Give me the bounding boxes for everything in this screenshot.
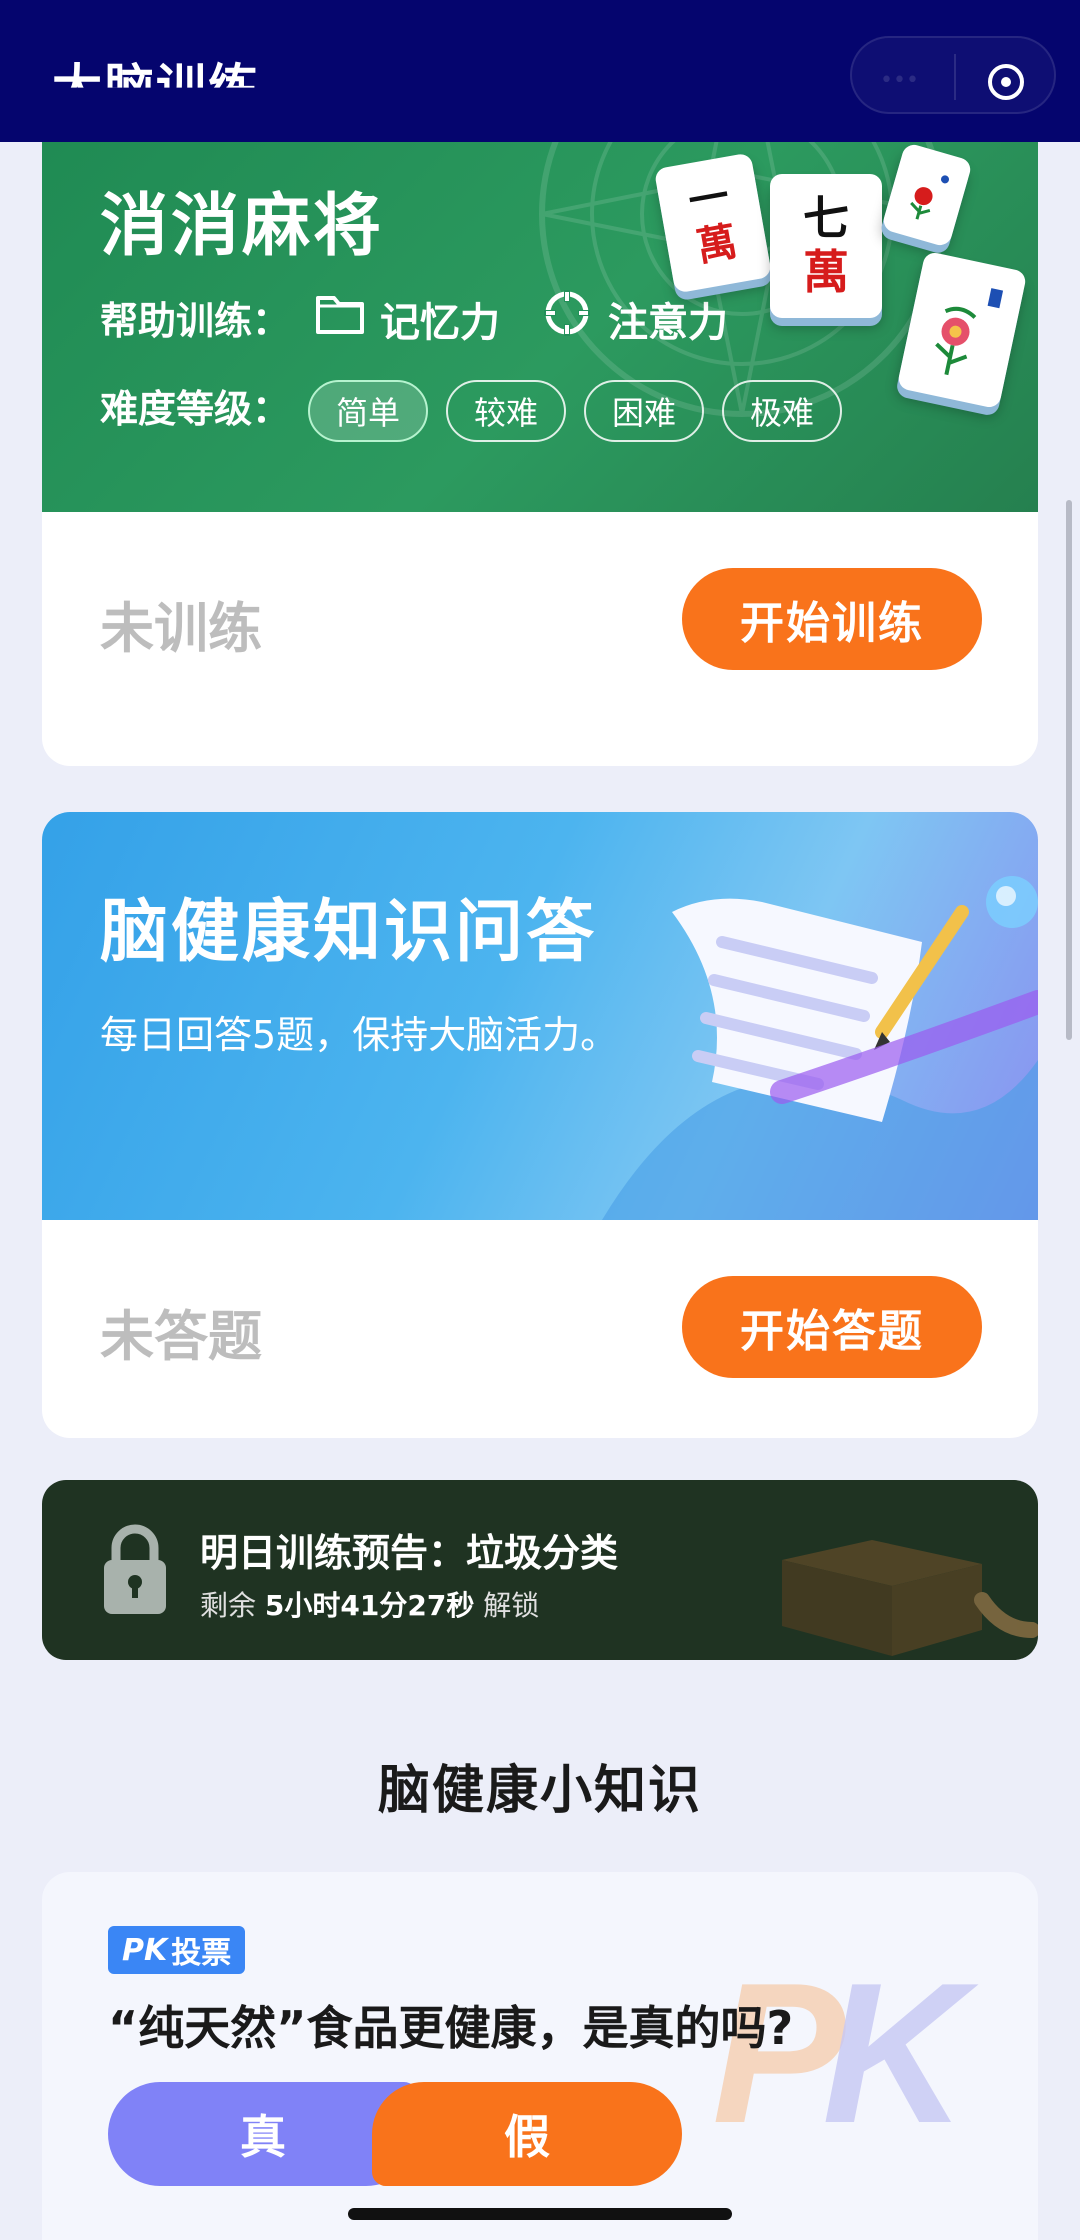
flower-tile-icon: [910, 175, 950, 220]
vote-false-button[interactable]: 假: [372, 2082, 682, 2186]
capsule-divider: [954, 54, 956, 100]
help-training-label: 帮助训练：: [100, 299, 291, 343]
cardboard-box-icon: [782, 1540, 1038, 1656]
more-options-icon[interactable]: •••: [880, 68, 919, 93]
scrollbar[interactable]: [1066, 500, 1072, 1040]
tomorrow-preview-card: 明日训练预告：垃圾分类 剩余 5小时41分27秒 解锁: [42, 1480, 1038, 1660]
target-attention-icon: [544, 290, 590, 336]
quiz-banner: 脑健康知识问答 每日回答5题，保持大脑活力。: [42, 812, 1038, 1220]
difficulty-extreme[interactable]: 极难: [722, 380, 842, 442]
quiz-footer: 未答题 开始答题: [42, 1220, 1038, 1438]
pk-question: “纯天然”食品更健康，是真的吗?: [108, 2001, 794, 2055]
knowledge-section-title: 脑健康小知识: [377, 1761, 702, 1821]
skill-memory: 记忆力: [380, 300, 500, 346]
quiz-title: 脑健康知识问答: [100, 893, 598, 972]
quiz-status: 未答题: [100, 1305, 262, 1368]
mahjong-footer: 未训练 开始训练: [42, 512, 1038, 766]
svg-text:K: K: [822, 1942, 979, 2152]
lock-icon: [104, 1524, 166, 1614]
mahjong-tile-2: 七 萬: [770, 174, 882, 318]
start-training-button[interactable]: 开始训练: [682, 568, 982, 670]
difficulty-medium[interactable]: 较难: [446, 380, 566, 442]
plum-flower-icon: [935, 288, 1004, 376]
quiz-card: 脑健康知识问答 每日回答5题，保持大脑活力。 未答题 开始答题: [42, 812, 1038, 1438]
unlock-countdown: 剩余 5小时41分27秒 解锁: [200, 1589, 540, 1622]
mahjong-banner: 消消麻将 帮助训练： 记忆力 注意力 难度等级： 简单 较难 困难 极难 一 萬: [42, 104, 1038, 512]
pk-vote-badge: PK 投票: [108, 1926, 246, 1974]
folder-memory-icon: [316, 296, 364, 334]
difficulty-label: 难度等级：: [100, 387, 291, 431]
mahjong-title: 消消麻将: [100, 187, 385, 266]
training-status: 未训练: [100, 597, 262, 660]
skill-attention: 注意力: [608, 300, 728, 346]
difficulty-easy[interactable]: 简单: [308, 380, 428, 442]
quiz-subtitle: 每日回答5题，保持大脑活力。: [100, 1013, 619, 1057]
start-quiz-button[interactable]: 开始答题: [682, 1276, 982, 1378]
pk-vote-card: P K PK 投票 “纯天然”食品更健康，是真的吗? 真 假: [42, 1872, 1038, 2240]
tomorrow-preview-title: 明日训练预告：垃圾分类: [200, 1531, 619, 1575]
difficulty-hard[interactable]: 困难: [584, 380, 704, 442]
close-mini-program-icon[interactable]: [984, 60, 1028, 104]
mahjong-training-card: 消消麻将 帮助训练： 记忆力 注意力 难度等级： 简单 较难 困难 极难 一 萬: [42, 104, 1038, 766]
page-title: 大脑训练: [52, 59, 260, 117]
brain-training-page: 大脑训练 ••• 消消麻将 帮助训练： 记忆力 注意力 难度等级： 简单 较难 …: [0, 0, 1080, 2240]
countdown-time: 5小时41分27秒: [264, 1589, 475, 1622]
paper-scroll-illustration: [602, 876, 1038, 1220]
top-nav-bar: 大脑训练 •••: [0, 0, 1080, 142]
mini-program-capsule: •••: [850, 36, 1056, 114]
home-indicator[interactable]: [348, 2208, 732, 2220]
